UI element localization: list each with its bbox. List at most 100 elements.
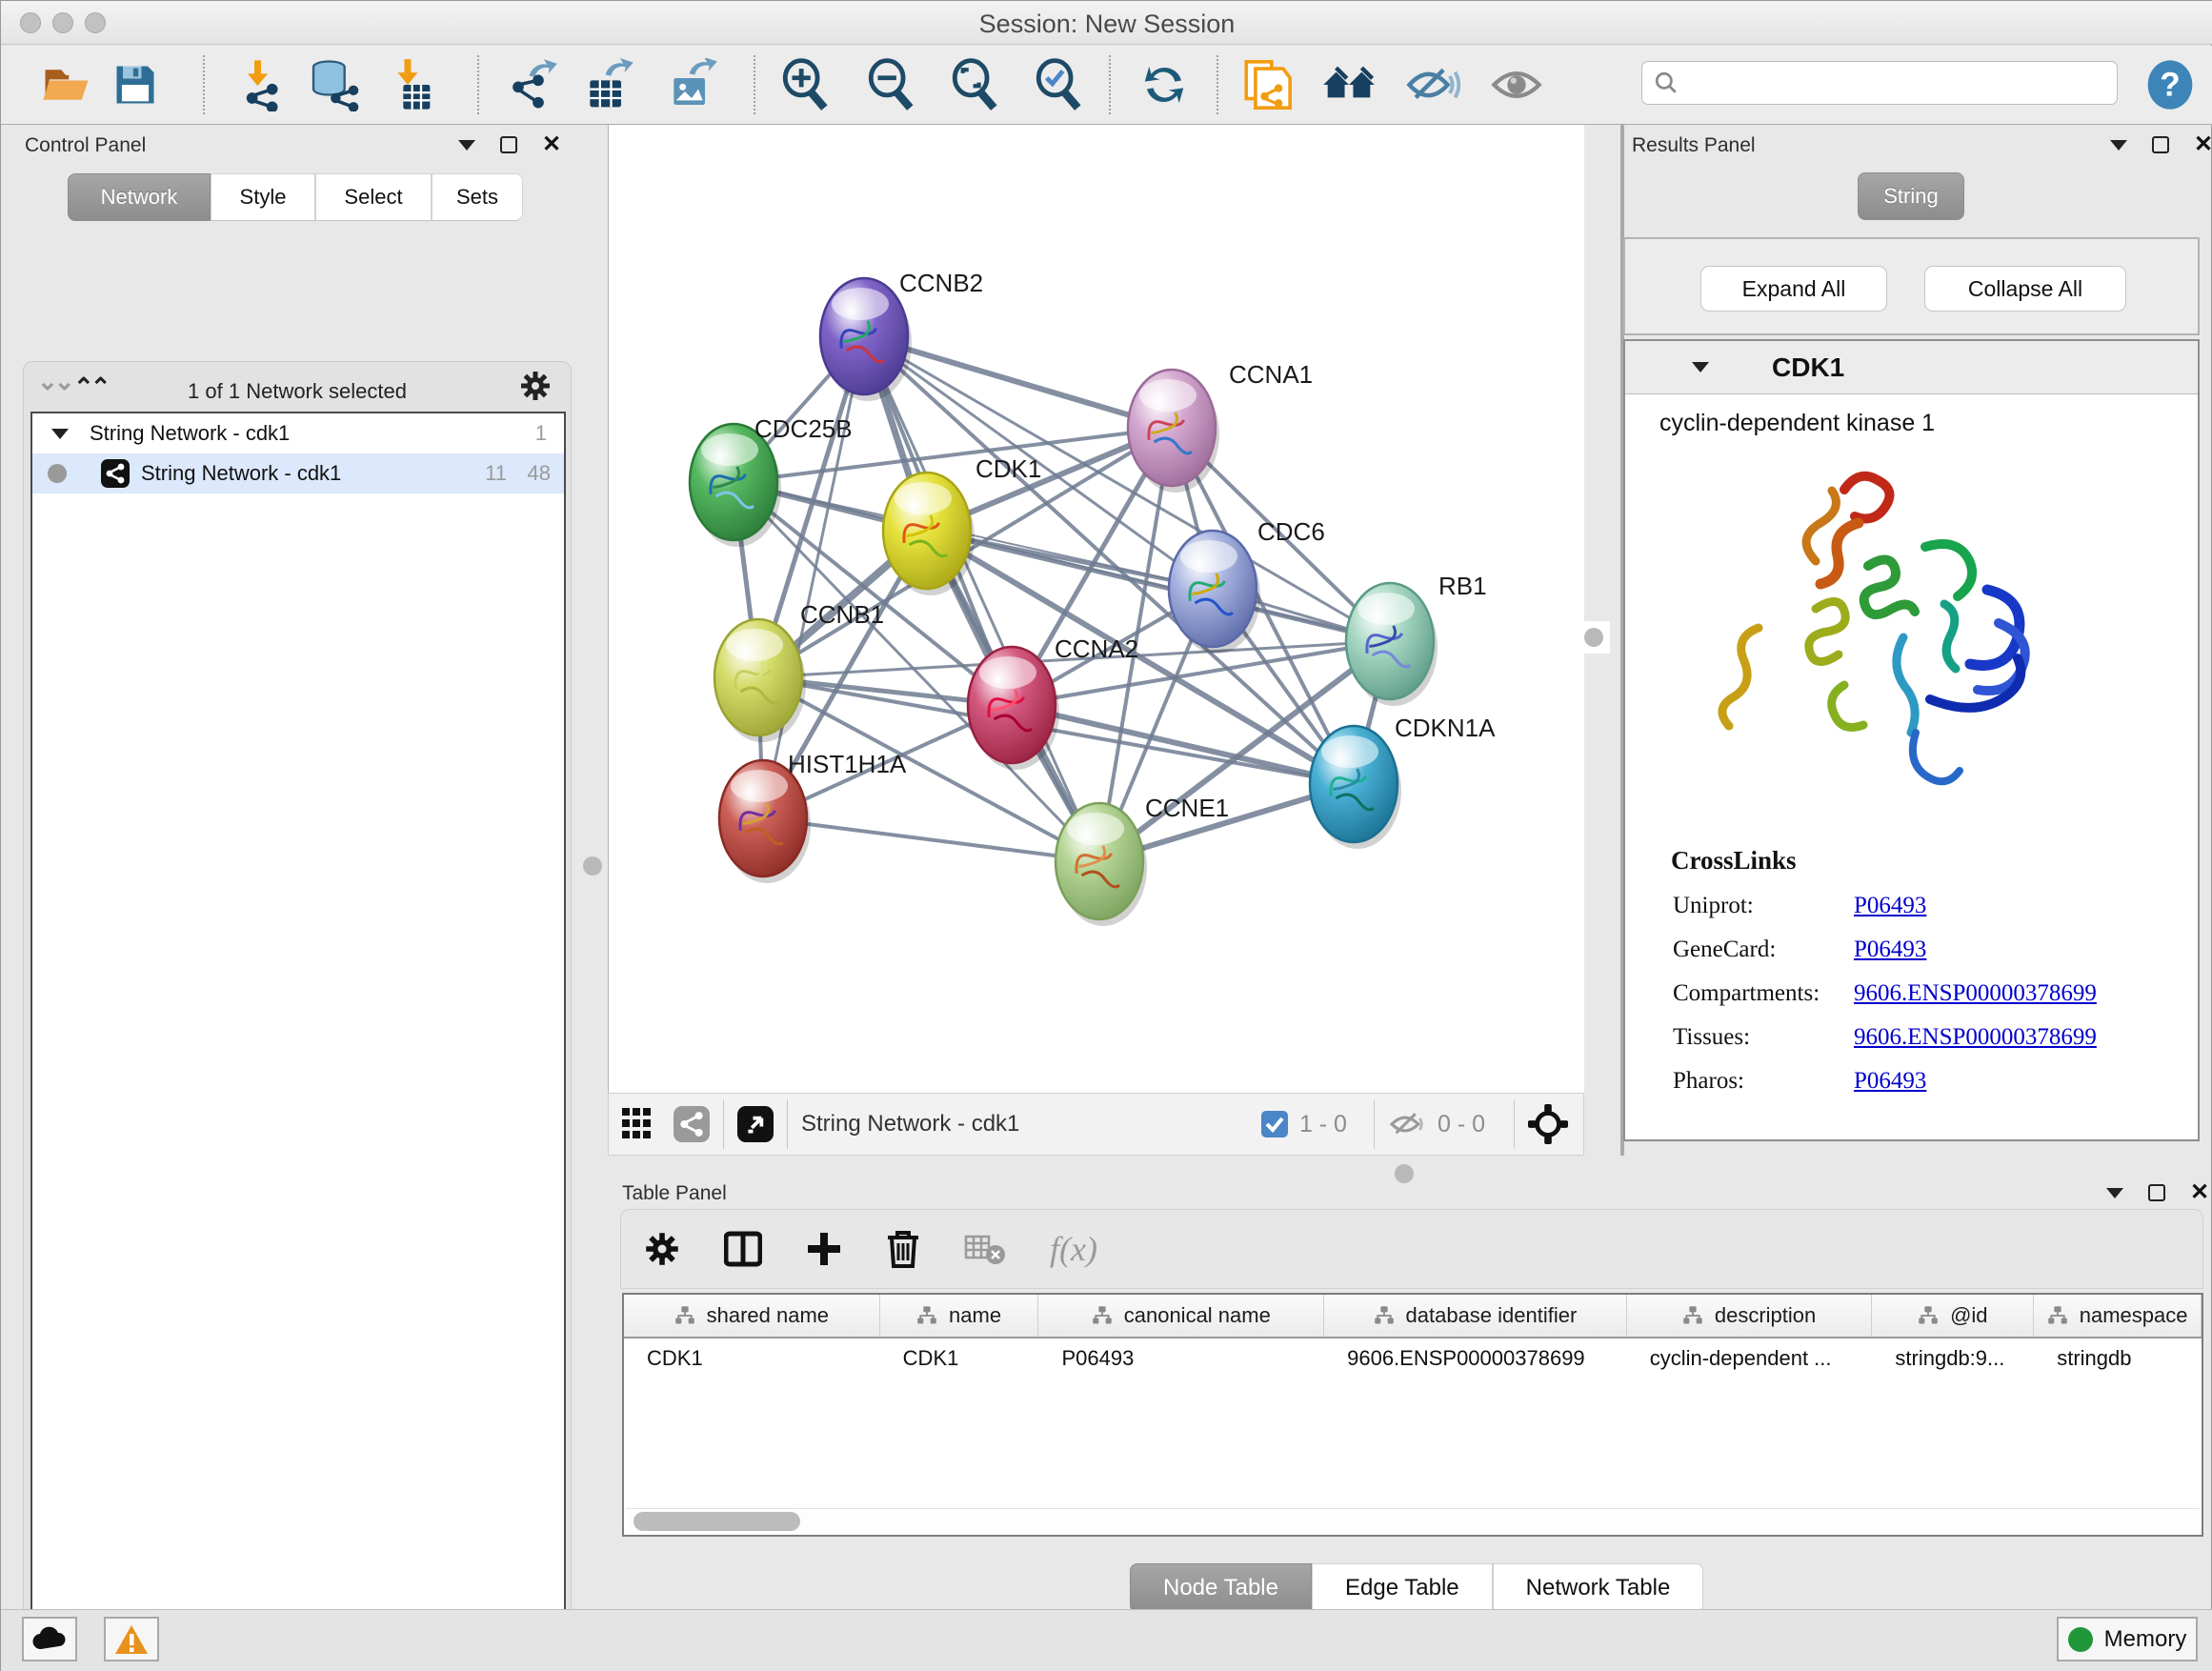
table-options-gear-icon[interactable] (644, 1231, 680, 1267)
table-cell[interactable]: cyclin-dependent ... (1627, 1339, 1873, 1379)
zoom-selected-button[interactable] (1032, 57, 1087, 112)
clone-network-button[interactable] (1239, 57, 1295, 112)
search-input[interactable] (1641, 61, 2118, 105)
node-HIST1H1A[interactable] (719, 760, 811, 883)
panel-close-icon[interactable]: ✕ (542, 136, 561, 153)
crosshair-icon[interactable] (1528, 1104, 1568, 1144)
table-cell[interactable]: P06493 (1038, 1339, 1324, 1379)
panel-close-icon[interactable]: ✕ (2190, 1184, 2209, 1201)
gene-expand-icon[interactable] (1692, 362, 1709, 372)
network-graph[interactable]: CCNB2CCNA1CDC25BCDK1CDC6RB1CCNB1CCNA2CDK… (609, 125, 1585, 1093)
help-button[interactable]: ? (2142, 57, 2198, 112)
protein-structure-image (1701, 447, 2101, 828)
tab-node-table[interactable]: Node Table (1130, 1563, 1312, 1613)
edge-CCNA2-CDKN1A[interactable] (1012, 705, 1354, 784)
node-CCNA1[interactable] (1128, 370, 1219, 493)
memory-button[interactable]: Memory (2057, 1617, 2198, 1661)
network-options-gear-icon[interactable] (519, 370, 552, 407)
first-neighbors-button[interactable] (1321, 57, 1377, 112)
table-cell[interactable]: stringdb (2034, 1339, 2202, 1379)
export-table-button[interactable] (580, 57, 635, 112)
node-CDKN1A[interactable] (1310, 726, 1401, 849)
export-network-button[interactable] (504, 57, 559, 112)
delete-column-icon[interactable] (886, 1230, 920, 1268)
show-all-button[interactable] (1489, 57, 1544, 112)
panel-float-icon[interactable] (2148, 1184, 2165, 1201)
node-CDC6[interactable] (1169, 531, 1260, 654)
zoom-fit-button[interactable] (948, 57, 1003, 112)
panel-float-icon[interactable] (2152, 136, 2169, 153)
gene-header[interactable]: CDK1 (1625, 341, 2198, 394)
column-header-canonical-name[interactable]: canonical name (1038, 1295, 1324, 1337)
tab-edge-table[interactable]: Edge Table (1312, 1563, 1493, 1613)
warning-icon (114, 1624, 149, 1655)
zoom-in-button[interactable] (778, 57, 834, 112)
crosslink-link[interactable]: P06493 (1854, 893, 1926, 919)
table-horizontal-scrollbar[interactable] (626, 1508, 2200, 1533)
import-network-file-button[interactable] (233, 57, 289, 112)
panel-close-icon[interactable]: ✕ (2194, 136, 2212, 153)
column-header-namespace[interactable]: namespace (2034, 1295, 2202, 1337)
cloud-status-button[interactable] (22, 1617, 77, 1661)
node-CDK1[interactable] (883, 473, 975, 595)
crosslink-link[interactable]: 9606.ENSP00000378699 (1854, 980, 2097, 1007)
column-header-shared-name[interactable]: shared name (624, 1295, 880, 1337)
edge-CDK1-RB1[interactable] (927, 531, 1390, 641)
hide-selected-button[interactable] (1405, 57, 1460, 112)
panel-collapse-icon[interactable] (2110, 140, 2127, 151)
title-bar: Session: New Session (1, 1, 2212, 45)
edge-HIST1H1A-CCNB2[interactable] (763, 336, 864, 818)
network-collection-row[interactable]: String Network - cdk1 1 (32, 413, 564, 453)
show-columns-icon[interactable] (724, 1230, 762, 1268)
node-CCNA2[interactable] (968, 647, 1059, 770)
column-header-name[interactable]: name (880, 1295, 1039, 1337)
import-network-database-button[interactable] (306, 57, 361, 112)
collapse-all-button[interactable]: Collapse All (1924, 266, 2126, 312)
tree-expand-icon[interactable] (51, 429, 69, 439)
left-splitter-handle[interactable] (576, 850, 609, 882)
table-cell[interactable]: stringdb:9... (1872, 1339, 2034, 1379)
tab-sets[interactable]: Sets (432, 173, 523, 221)
zoom-out-button[interactable] (864, 57, 919, 112)
tab-network-table[interactable]: Network Table (1493, 1563, 1704, 1613)
refresh-view-button[interactable] (1136, 57, 1192, 112)
grid-view-icon[interactable] (622, 1108, 660, 1140)
node-CCNB2[interactable] (820, 278, 912, 401)
edge-HIST1H1A-CCNE1[interactable] (763, 818, 1099, 861)
tab-style[interactable]: Style (211, 173, 315, 221)
crosslink-link[interactable]: P06493 (1854, 1068, 1926, 1095)
network-list-view-icon[interactable] (674, 1106, 710, 1142)
column-header--id[interactable]: @id (1872, 1295, 2034, 1337)
export-image-button[interactable] (664, 57, 719, 112)
network-row[interactable]: String Network - cdk1 11 48 (32, 453, 564, 493)
column-header-database-identifier[interactable]: database identifier (1324, 1295, 1627, 1337)
tab-string[interactable]: String (1858, 172, 1964, 220)
expand-all-button[interactable]: Expand All (1700, 266, 1887, 312)
node-RB1[interactable] (1346, 583, 1438, 706)
table-cell[interactable]: CDK1 (880, 1339, 1039, 1379)
edge-CCNB2-CCNE1[interactable] (864, 336, 1099, 861)
table-cell[interactable]: 9606.ENSP00000378699 (1324, 1339, 1627, 1379)
column-header-description[interactable]: description (1627, 1295, 1873, 1337)
database-icon (307, 58, 360, 111)
scrollbar-thumb[interactable] (633, 1512, 800, 1531)
import-table-file-button[interactable] (380, 57, 435, 112)
node-CCNE1[interactable] (1056, 803, 1147, 926)
open-session-button[interactable] (39, 57, 94, 112)
table-cell[interactable]: CDK1 (624, 1339, 880, 1379)
node-CCNB1[interactable] (714, 619, 806, 742)
panel-collapse-icon[interactable] (2106, 1188, 2123, 1198)
selected-checkbox-icon[interactable] (1261, 1111, 1288, 1137)
crosslink-link[interactable]: P06493 (1854, 936, 1926, 963)
warning-status-button[interactable] (104, 1617, 159, 1661)
network-canvas[interactable]: CCNB2CCNA1CDC25BCDK1CDC6RB1CCNB1CCNA2CDK… (608, 125, 1584, 1093)
panel-collapse-icon[interactable] (458, 140, 475, 151)
tab-network[interactable]: Network (68, 173, 211, 221)
save-session-button[interactable] (108, 57, 163, 112)
tab-select[interactable]: Select (315, 173, 432, 221)
birds-eye-view-icon[interactable] (737, 1106, 774, 1142)
panel-float-icon[interactable] (500, 136, 517, 153)
add-column-icon[interactable] (806, 1231, 842, 1267)
crosslink-link[interactable]: 9606.ENSP00000378699 (1854, 1024, 2097, 1051)
table-row[interactable]: CDK1CDK1P064939606.ENSP00000378699cyclin… (624, 1339, 2202, 1379)
